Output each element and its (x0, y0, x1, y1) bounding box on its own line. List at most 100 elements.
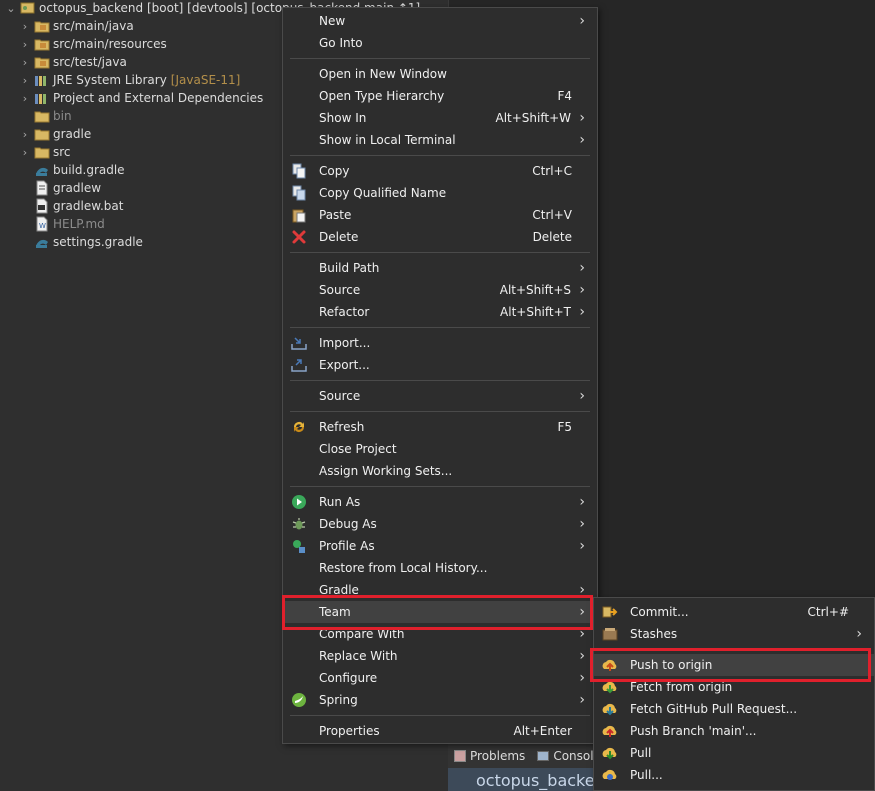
menu-item-label: Source (319, 283, 361, 297)
menu-item-pull[interactable]: Pull (594, 742, 874, 764)
menu-item-show-in[interactable]: Show In Alt+Shift+W › (283, 107, 597, 129)
menu-item-commit[interactable]: Commit... Ctrl+# (594, 601, 874, 623)
tree-item[interactable]: gradlew (18, 179, 101, 197)
tree-item[interactable]: settings.gradle (18, 233, 143, 251)
chevron-right-icon: › (579, 132, 585, 148)
menu-item-source[interactable]: Source › (283, 385, 597, 407)
menu-item-import[interactable]: Import... (283, 332, 597, 354)
menu-item-properties[interactable]: Properties Alt+Enter (283, 720, 597, 742)
menu-item-label: Assign Working Sets... (319, 464, 453, 478)
team-submenu: Commit... Ctrl+# Stashes › Push to origin Fet… (593, 597, 875, 791)
tree-item[interactable]: › Project and External Dependencies (18, 89, 263, 107)
tree-item[interactable]: › src/main/resources (18, 35, 167, 53)
tree-item[interactable]: build.gradle (18, 161, 125, 179)
library-icon (34, 91, 50, 105)
menu-item-shortcut: Alt+Shift+S (499, 283, 571, 297)
tree-item[interactable]: › src/main/java (18, 17, 134, 35)
menu-item-close-project[interactable]: Close Project (283, 438, 597, 460)
chevron-right-icon: › (579, 604, 585, 620)
chevron-right-icon[interactable]: › (18, 20, 32, 33)
menu-item-open-in-new-window[interactable]: Open in New Window (283, 63, 597, 85)
chevron-right-icon[interactable]: › (18, 38, 32, 51)
menu-item-gradle[interactable]: Gradle › (283, 579, 597, 601)
chevron-right-icon: › (579, 648, 585, 664)
menu-item-fetch-from-origin[interactable]: Fetch from origin (594, 676, 874, 698)
source-folder-icon (34, 55, 50, 69)
chevron-right-icon: › (579, 110, 585, 126)
gradle-file-icon (34, 235, 50, 249)
tab-console[interactable]: Console (537, 749, 601, 763)
project-icon (20, 1, 36, 15)
menu-item-assign-working-sets[interactable]: Assign Working Sets... (283, 460, 597, 482)
tree-item[interactable]: › src (18, 143, 71, 161)
chevron-right-icon: › (579, 260, 585, 276)
menu-item-push-to-origin[interactable]: Push to origin (594, 654, 874, 676)
chevron-right-icon: › (579, 282, 585, 298)
tree-item[interactable]: gradlew.bat (18, 197, 123, 215)
menu-separator (290, 326, 590, 328)
menu-item-compare-with[interactable]: Compare With › (283, 623, 597, 645)
chevron-right-icon[interactable]: › (18, 146, 32, 159)
menu-item-pull[interactable]: Pull... (594, 764, 874, 786)
menu-item-label: Source (319, 389, 361, 403)
menu-item-copy[interactable]: Copy Ctrl+C (283, 160, 597, 182)
menu-item-shortcut: Alt+Shift+W (495, 111, 572, 125)
pull-icon (601, 744, 619, 762)
copy-icon (290, 162, 308, 180)
menu-item-spring[interactable]: Spring › (283, 689, 597, 711)
menu-item-source[interactable]: Source Alt+Shift+S › (283, 279, 597, 301)
menu-item-replace-with[interactable]: Replace With › (283, 645, 597, 667)
menu-item-label: Push to origin (630, 658, 713, 672)
tree-item-label: JRE System Library (53, 73, 167, 87)
chevron-right-icon[interactable]: › (18, 92, 32, 105)
menu-item-refactor[interactable]: Refactor Alt+Shift+T › (283, 301, 597, 323)
tab-problems[interactable]: Problems (454, 749, 525, 763)
menu-item-label: Replace With (319, 649, 398, 663)
chevron-down-icon[interactable]: ⌄ (4, 2, 18, 15)
tree-item-label: build.gradle (53, 163, 125, 177)
chevron-right-icon[interactable]: › (18, 74, 32, 87)
paste-icon (290, 206, 308, 224)
menu-item-configure[interactable]: Configure › (283, 667, 597, 689)
menu-item-fetch-github-pull-request[interactable]: Fetch GitHub Pull Request... (594, 698, 874, 720)
tree-item-label: gradle (53, 127, 92, 141)
menu-item-new[interactable]: New › (283, 10, 597, 32)
menu-item-copy-qualified-name[interactable]: Copy Qualified Name (283, 182, 597, 204)
tree-item[interactable]: › src/test/java (18, 53, 127, 71)
menu-item-refresh[interactable]: Refresh F5 (283, 416, 597, 438)
stashes-icon (601, 625, 619, 643)
menu-item-restore-from-local-history[interactable]: Restore from Local History... (283, 557, 597, 579)
chevron-right-icon: › (579, 13, 585, 29)
menu-item-run-as[interactable]: Run As › (283, 491, 597, 513)
menu-item-go-into[interactable]: Go Into (283, 32, 597, 54)
tree-item[interactable]: › gradle (18, 125, 91, 143)
tree-item[interactable]: W HELP.md (18, 215, 105, 233)
import-icon (290, 334, 308, 352)
menu-item-label: Push Branch 'main'... (630, 724, 757, 738)
menu-item-debug-as[interactable]: Debug As › (283, 513, 597, 535)
tree-item[interactable]: bin (18, 107, 72, 125)
menu-item-shortcut: Ctrl+# (807, 605, 849, 619)
chevron-right-icon[interactable]: › (18, 56, 32, 69)
chevron-right-icon[interactable]: › (18, 128, 32, 141)
menu-item-label: Close Project (319, 442, 397, 456)
menu-item-build-path[interactable]: Build Path › (283, 257, 597, 279)
export-icon (290, 356, 308, 374)
folder-icon (34, 145, 50, 159)
menu-item-label: Debug As (319, 517, 377, 531)
menu-item-open-type-hierarchy[interactable]: Open Type Hierarchy F4 (283, 85, 597, 107)
menu-item-stashes[interactable]: Stashes › (594, 623, 874, 645)
tree-item-label: src/main/java (53, 19, 134, 33)
menu-item-label: Go Into (319, 36, 363, 50)
menu-item-team[interactable]: Team › (283, 601, 597, 623)
menu-item-profile-as[interactable]: Profile As › (283, 535, 597, 557)
library-icon (34, 73, 50, 87)
menu-item-delete[interactable]: Delete Delete (283, 226, 597, 248)
menu-item-push-branch-main[interactable]: Push Branch 'main'... (594, 720, 874, 742)
menu-item-paste[interactable]: Paste Ctrl+V (283, 204, 597, 226)
tree-item[interactable]: › JRE System Library [JavaSE-11] (18, 71, 241, 89)
tree-item-label: src (53, 145, 71, 159)
menu-item-export[interactable]: Export... (283, 354, 597, 376)
menu-item-show-in-local-terminal[interactable]: Show in Local Terminal › (283, 129, 597, 151)
tree-item-label: gradlew.bat (53, 199, 124, 213)
